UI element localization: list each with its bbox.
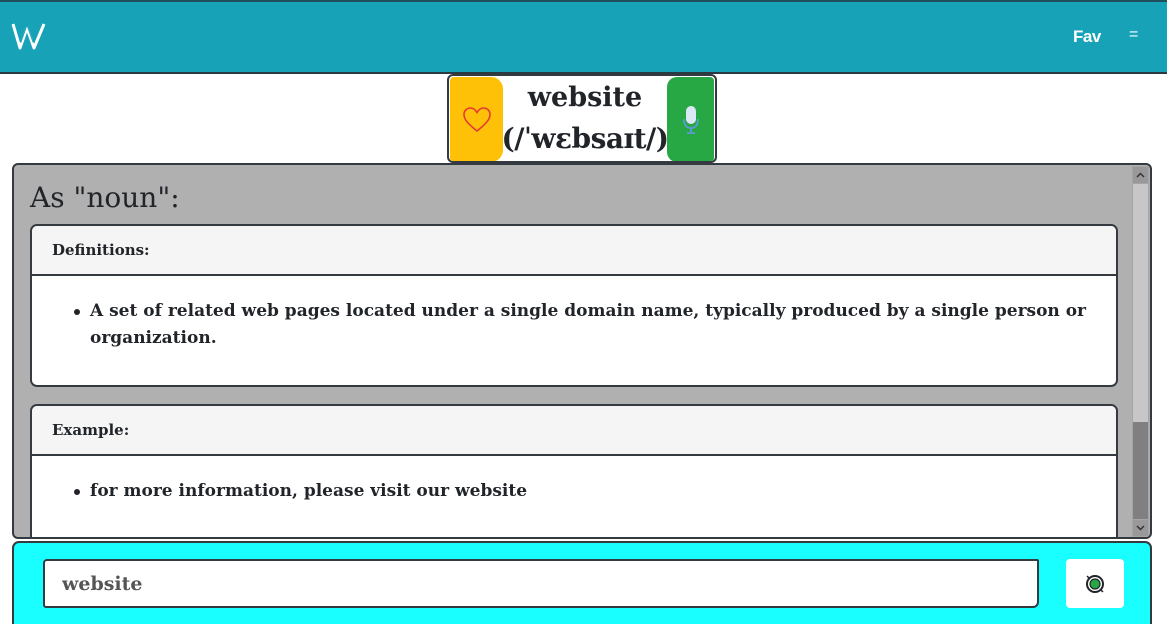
word-phonetic: (/ˈwɛbsaɪt/)	[501, 122, 669, 155]
favorite-button[interactable]	[450, 77, 503, 161]
navbar: Fav =	[0, 0, 1167, 74]
microphone-icon	[682, 105, 699, 134]
search-input[interactable]	[43, 559, 1039, 608]
definition-item: A set of related web pages located under…	[74, 298, 1096, 352]
panel-scrollbar[interactable]	[1132, 166, 1149, 537]
pronounce-button[interactable]	[667, 77, 714, 161]
search-icon	[1086, 574, 1104, 593]
scrollbar-track[interactable]	[1133, 184, 1148, 422]
example-header: Example:	[32, 406, 1116, 456]
example-item: for more information, please visit our w…	[74, 478, 1096, 505]
examples-list: for more information, please visit our w…	[74, 478, 1096, 505]
definitions-list: A set of related web pages located under…	[74, 298, 1096, 352]
search-button[interactable]	[1066, 559, 1124, 608]
example-card: Example: for more information, please vi…	[30, 404, 1118, 537]
logo-w-icon	[11, 23, 46, 50]
nav-fav-link[interactable]: Fav	[1073, 27, 1101, 47]
scroll-down-button[interactable]	[1133, 520, 1148, 536]
part-of-speech-heading: As "noun":	[30, 181, 180, 214]
scrollbar-thumb[interactable]	[1133, 422, 1148, 519]
menu-toggle-button[interactable]: =	[1129, 26, 1138, 44]
heart-outline-icon	[462, 106, 491, 132]
search-bar	[12, 541, 1152, 624]
definitions-header: Definitions:	[32, 226, 1116, 276]
scroll-up-button[interactable]	[1133, 167, 1148, 183]
word-title: website	[527, 82, 643, 113]
chevron-down-icon	[1136, 525, 1145, 531]
word-header-card: website (/ˈwɛbsaɪt/)	[447, 74, 717, 163]
meaning-panel[interactable]: As "noun": Definitions: A set of related…	[12, 163, 1152, 539]
app-logo[interactable]	[10, 19, 50, 53]
chevron-up-icon	[1136, 172, 1145, 178]
definitions-card: Definitions: A set of related web pages …	[30, 224, 1118, 387]
